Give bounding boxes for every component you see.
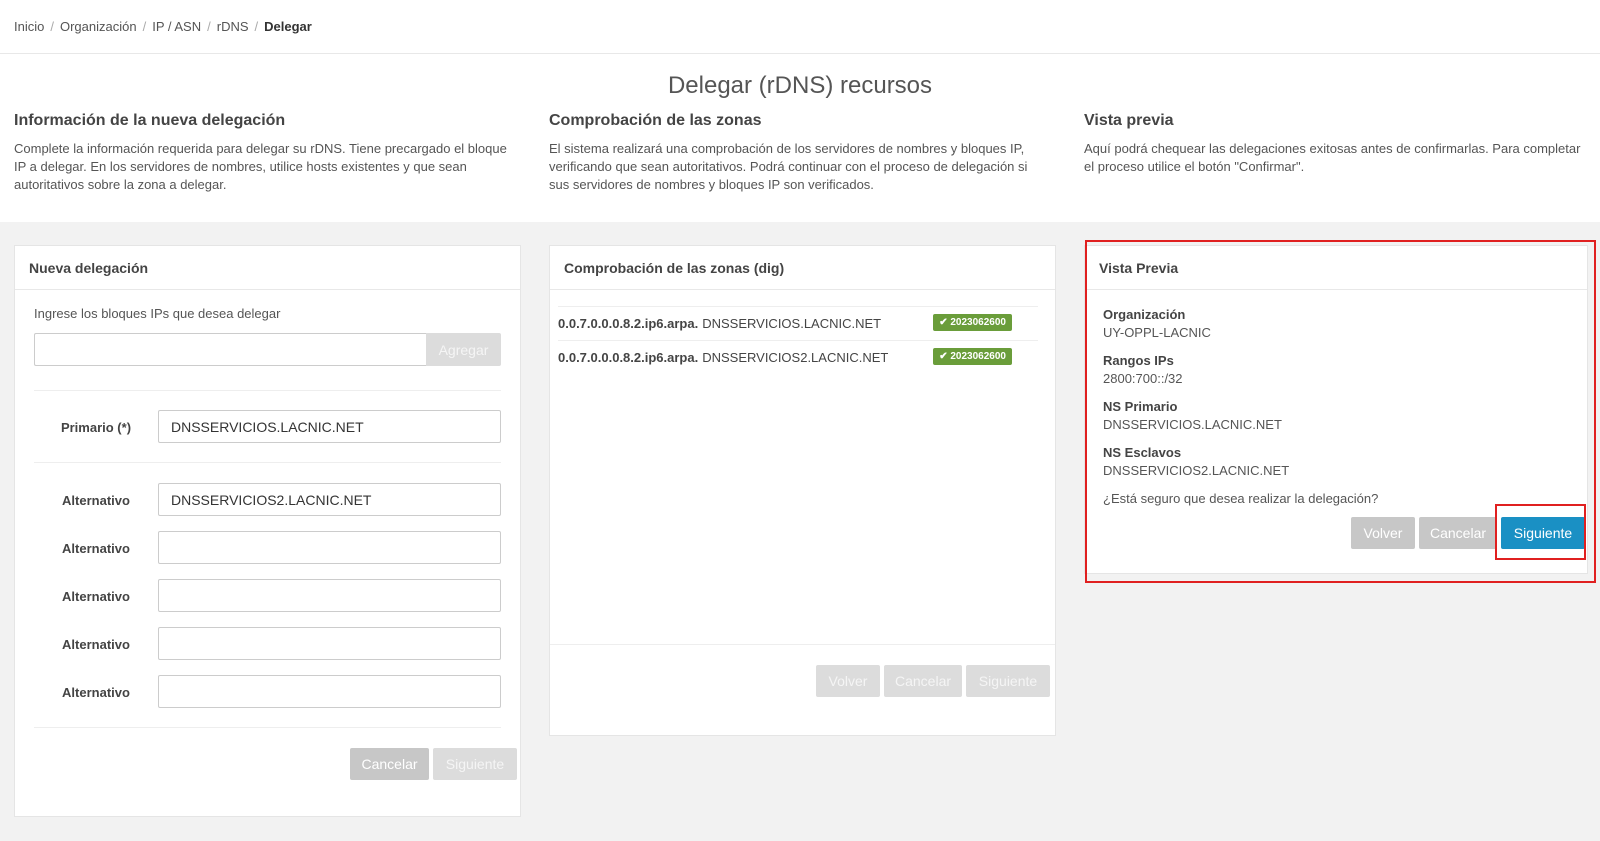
intro-preview: Vista previa Aquí podrá chequear las del… <box>1084 112 1584 176</box>
zone-row: 0.0.7.0.0.0.8.2.ip6.arpa. DNSSERVICIOS2.… <box>558 341 1038 373</box>
add-ip-button[interactable]: Agregar <box>426 333 501 366</box>
ip-prompt: Ingrese los bloques IPs que desea delega… <box>34 306 281 321</box>
divider <box>34 390 501 391</box>
serial-value: 2023062600 <box>950 317 1006 328</box>
status-badge: ✔ 2023062600 <box>933 314 1012 331</box>
breadcrumb-organizacion[interactable]: Organización <box>60 19 137 34</box>
breadcrumb-separator: / <box>254 19 259 34</box>
intro-info: Información de la nueva delegación Compl… <box>14 112 514 194</box>
status-badge: ✔ 2023062600 <box>933 348 1012 365</box>
next-button[interactable]: Siguiente <box>966 665 1050 697</box>
zone-check-title: Comprobación de las zonas (dig) <box>550 246 1055 290</box>
breadcrumb-ip-asn[interactable]: IP / ASN <box>152 19 201 34</box>
intro-info-title: Información de la nueva delegación <box>14 112 286 129</box>
alternative-ns-input[interactable] <box>158 627 501 660</box>
alternative-ns-input[interactable] <box>158 579 501 612</box>
alternative-label: Alternativo <box>62 637 130 652</box>
cancel-button[interactable]: Cancelar <box>350 748 429 780</box>
zone-row: 0.0.7.0.0.0.8.2.ip6.arpa. DNSSERVICIOS.L… <box>558 307 1038 339</box>
zone-check-panel: Comprobación de las zonas (dig) 0.0.7.0.… <box>549 245 1056 736</box>
alternative-label: Alternativo <box>62 589 130 604</box>
intro-preview-text: Aquí podrá chequear las delegaciones exi… <box>1084 141 1581 174</box>
intro-check-text: El sistema realizará una comprobación de… <box>549 141 1028 192</box>
alternative-ns-input[interactable] <box>158 483 501 516</box>
intro-preview-title: Vista previa <box>1084 112 1174 129</box>
alternative-ns-input[interactable] <box>158 675 501 708</box>
breadcrumb-separator: / <box>207 19 211 34</box>
alternative-ns-input[interactable] <box>158 531 501 564</box>
intro-check: Comprobación de las zonas El sistema rea… <box>549 112 1049 194</box>
divider <box>550 644 1055 645</box>
intro-info-text: Complete la información requerida para d… <box>14 141 507 192</box>
breadcrumb: Inicio / Organización / IP / ASN / rDNS / De… <box>0 0 1600 54</box>
breadcrumb-inicio[interactable]: Inicio <box>14 19 44 34</box>
breadcrumb-separator: / <box>142 19 147 34</box>
alternative-label: Alternativo <box>62 493 130 508</box>
alternative-label: Alternativo <box>62 685 130 700</box>
cancel-button[interactable]: Cancelar <box>884 665 962 697</box>
divider <box>34 727 501 728</box>
nueva-delegacion-title: Nueva delegación <box>15 246 520 290</box>
alternative-label: Alternativo <box>62 541 130 556</box>
intro-section: Delegar (rDNS) recursos Información de l… <box>0 54 1600 222</box>
breadcrumb-delegar: Delegar <box>264 19 312 34</box>
intro-check-title: Comprobación de las zonas <box>549 112 762 129</box>
divider <box>34 462 501 463</box>
check-icon: ✔ <box>939 317 951 328</box>
page-title: Delegar (rDNS) recursos <box>667 72 933 99</box>
breadcrumb-separator: / <box>50 19 54 34</box>
zone-ns: DNSSERVICIOS.LACNIC.NET <box>702 315 882 331</box>
highlight-box-next <box>1495 504 1586 560</box>
serial-value: 2023062600 <box>950 351 1006 362</box>
primary-ns-input[interactable] <box>158 410 501 443</box>
ip-block-input[interactable] <box>34 333 426 366</box>
zone-ns: DNSSERVICIOS2.LACNIC.NET <box>702 349 889 365</box>
next-button[interactable]: Siguiente <box>433 748 517 780</box>
check-icon: ✔ <box>939 351 951 362</box>
nueva-delegacion-panel: Nueva delegación Ingrese los bloques IPs… <box>14 245 521 817</box>
zone-name: 0.0.7.0.0.0.8.2.ip6.arpa. <box>558 315 699 331</box>
zone-name: 0.0.7.0.0.0.8.2.ip6.arpa. <box>558 349 699 365</box>
primary-label: Primario (*) <box>60 420 132 435</box>
back-button[interactable]: Volver <box>816 665 880 697</box>
breadcrumb-rdns[interactable]: rDNS <box>217 19 249 34</box>
